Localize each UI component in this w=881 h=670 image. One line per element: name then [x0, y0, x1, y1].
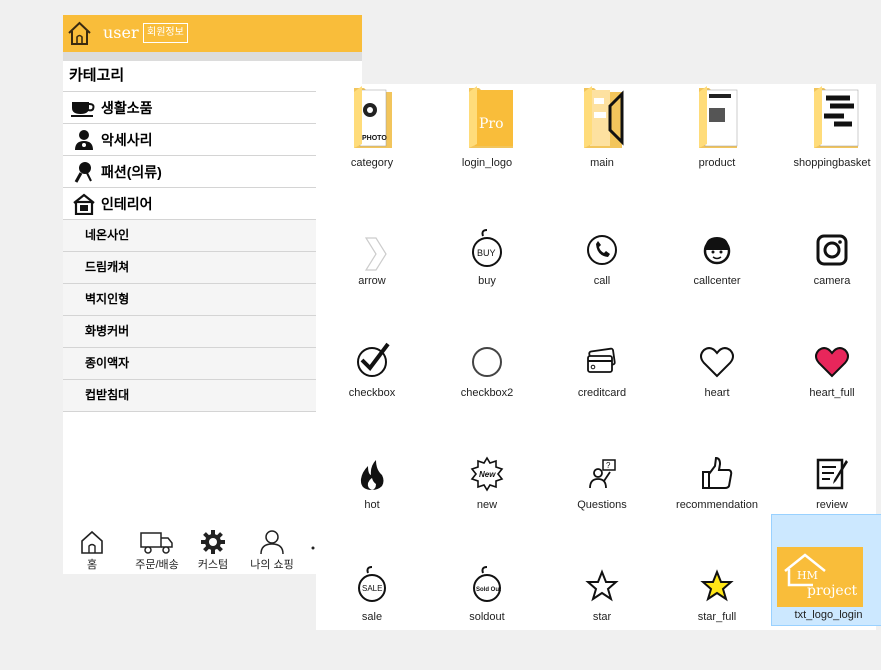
file-item[interactable]: creditcard [546, 336, 658, 446]
member-info-button[interactable]: 회원정보 [143, 23, 188, 43]
file-name: call [593, 275, 611, 287]
hm-project-logo-icon: HM project [777, 547, 863, 607]
nav-label: 주문/배송 [135, 559, 179, 571]
thumb-text: BUY [477, 248, 496, 258]
file-name: main [590, 157, 614, 169]
svg-text:?: ? [606, 461, 611, 470]
folder-icon [584, 86, 624, 148]
file-item-selected[interactable]: HM project txt_logo_login [771, 514, 881, 626]
file-name: hot [364, 499, 380, 511]
folder-icon [814, 86, 859, 148]
folder-icon: PHOTO [354, 86, 392, 148]
nav-label: 홈 [86, 559, 98, 571]
thumb-text: New [479, 470, 496, 479]
file-name: review [816, 499, 848, 511]
thumb-text: PHOTO [362, 135, 387, 142]
fashion-icon [71, 161, 97, 183]
menu-item-label: 인테리어 [101, 195, 153, 212]
folder-icon [699, 86, 738, 148]
folder-icon: Pro [469, 86, 513, 148]
file-item[interactable]: callcenter [661, 224, 773, 334]
nav-my-shopping[interactable]: 나의 쇼핑 [247, 529, 297, 572]
user-label: user [103, 23, 139, 42]
file-item[interactable]: camera [776, 224, 881, 334]
file-name: callcenter [693, 275, 741, 287]
file-item[interactable]: hot [316, 448, 428, 558]
file-name: arrow [358, 275, 386, 287]
nav-custom[interactable]: 커스텀 [193, 529, 233, 572]
person-icon [260, 530, 284, 555]
file-item[interactable]: recommendation [661, 448, 773, 558]
file-name: buy [478, 275, 496, 287]
nav-home[interactable]: 홈 [77, 529, 107, 572]
file-item[interactable]: call [546, 224, 658, 334]
file-name: category [350, 157, 394, 169]
file-item[interactable]: BUY buy [431, 224, 543, 334]
folder-item[interactable]: Pro login_logo [431, 84, 543, 194]
file-name: shoppingbasket [793, 157, 871, 169]
truck-icon [140, 532, 173, 554]
thumb-text: SALE [362, 584, 382, 593]
folder-item[interactable]: main [546, 84, 658, 194]
menu-item-label: 악세사리 [101, 131, 153, 148]
file-name: star [592, 611, 612, 623]
gear-icon [201, 530, 225, 554]
nav-orders[interactable]: 주문/배송 [129, 529, 185, 572]
file-name: checkbox2 [460, 387, 514, 399]
file-name: Questions [577, 499, 627, 511]
home-icon [81, 530, 103, 554]
file-item[interactable]: ? Questions [546, 448, 658, 558]
folder-item[interactable]: product [661, 84, 773, 194]
file-item[interactable]: star_full [661, 560, 773, 670]
file-name: sale [361, 611, 383, 623]
menu-item-label: 생활소품 [101, 99, 153, 116]
file-name: heart_full [809, 387, 855, 399]
house-icon [68, 21, 91, 45]
accessory-icon [71, 129, 97, 151]
file-name: heart [704, 387, 730, 399]
file-name: creditcard [577, 387, 627, 399]
file-item[interactable]: SALE sale [316, 560, 428, 670]
nav-label: 나의 쇼핑 [250, 559, 294, 571]
file-item[interactable]: heart_full [776, 336, 881, 446]
nav-label: 커스텀 [197, 559, 229, 571]
file-name: txt_logo_login [794, 609, 863, 621]
coffee-cup-icon [71, 97, 97, 119]
logo-text-hm: HM [797, 569, 818, 582]
file-item[interactable]: arrow [316, 224, 428, 334]
file-item[interactable]: star [546, 560, 658, 670]
file-name: recommendation [676, 499, 758, 511]
folder-item[interactable]: PHOTO category [316, 84, 428, 194]
file-item[interactable]: New new [431, 448, 543, 558]
home-button[interactable] [66, 20, 93, 47]
logo-text-project: project [807, 583, 858, 599]
file-item[interactable]: heart [661, 336, 773, 446]
file-name: camera [813, 275, 851, 287]
app-header: user 회원정보 [63, 15, 362, 52]
thumb-text: Pro [479, 116, 504, 132]
file-name: checkbox [348, 387, 396, 399]
menu-item-label: 패션(의류) [101, 163, 162, 180]
file-name: login_logo [461, 157, 513, 169]
file-name: star_full [697, 611, 737, 623]
folder-item[interactable]: shoppingbasket [776, 84, 881, 194]
thumb-text: Sold Out [476, 587, 501, 593]
file-name: product [698, 157, 736, 169]
file-item[interactable]: checkbox [316, 336, 428, 446]
file-item[interactable]: Sold Out soldout [431, 560, 543, 670]
file-explorer: PHOTO category Pro login_logo main produ… [316, 84, 881, 630]
header-divider [63, 52, 362, 61]
file-item[interactable]: checkbox2 [431, 336, 543, 446]
file-name: new [476, 499, 498, 511]
file-name: soldout [469, 611, 505, 623]
interior-icon [71, 193, 97, 215]
